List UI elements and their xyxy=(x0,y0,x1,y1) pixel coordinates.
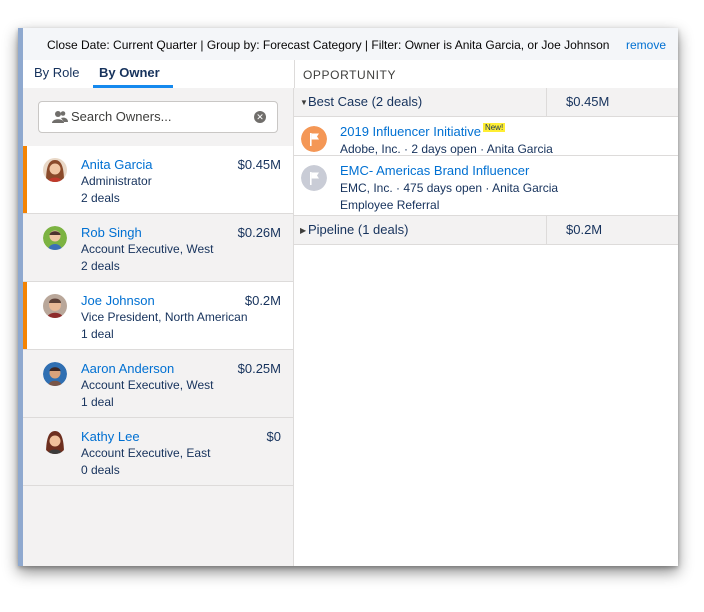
opportunity-row[interactable]: EMC- Americas Brand Influencer EMC, Inc.… xyxy=(294,156,678,216)
owner-row-aaron-anderson[interactable]: Aaron Anderson Account Executive, West 1… xyxy=(23,350,293,418)
avatar xyxy=(43,226,67,250)
avatar xyxy=(43,362,67,386)
group-best-case[interactable]: ▼ Best Case (2 deals) $0.45M xyxy=(294,88,678,117)
owner-row-rob-singh[interactable]: Rob Singh Account Executive, West 2 deal… xyxy=(23,214,293,282)
opportunity-window: Close Date: Current Quarter | Group by: … xyxy=(18,28,678,566)
opportunity-meta: EMC, Inc. · 475 days open · Anita Garcia xyxy=(340,181,559,195)
opportunity-lead-source: Employee Referral xyxy=(340,198,440,212)
owner-deal-count: 1 deal xyxy=(81,327,114,341)
users-icon xyxy=(52,111,68,123)
owner-row-anita-garcia[interactable]: Anita Garcia Administrator 2 deals $0.45… xyxy=(23,146,293,214)
filter-summary: Close Date: Current Quarter | Group by: … xyxy=(47,38,610,52)
tab-by-owner[interactable]: By Owner xyxy=(99,65,160,80)
owner-amount: $0 xyxy=(266,429,281,444)
opportunity-meta: Adobe, Inc. · 2 days open · Anita Garcia xyxy=(340,142,553,156)
owner-deal-count: 2 deals xyxy=(81,191,120,205)
filter-bar: Close Date: Current Quarter | Group by: … xyxy=(23,28,678,61)
owner-name[interactable]: Rob Singh xyxy=(81,225,142,240)
group-amount: $0.2M xyxy=(566,222,603,237)
flag-icon xyxy=(301,165,327,191)
remove-filter-link[interactable]: remove xyxy=(626,38,666,52)
avatar xyxy=(43,158,67,182)
opportunity-list-pane: ▼ Best Case (2 deals) $0.45M 2019 Influe… xyxy=(294,88,678,566)
search-placeholder: Search Owners... xyxy=(71,109,172,124)
owner-deal-count: 1 deal xyxy=(81,395,114,409)
owner-amount: $0.25M xyxy=(237,361,281,376)
owner-row-joe-johnson[interactable]: Joe Johnson Vice President, North Americ… xyxy=(23,282,293,350)
new-badge: New! xyxy=(482,123,506,132)
chevron-right-icon[interactable]: ▶ xyxy=(300,226,306,235)
opportunity-title[interactable]: 2019 Influencer Initiative New! xyxy=(340,123,506,139)
owner-deal-count: 0 deals xyxy=(81,463,120,477)
owner-title: Account Executive, East xyxy=(81,446,211,460)
opportunity-title-text[interactable]: 2019 Influencer Initiative xyxy=(340,124,481,139)
owner-title: Account Executive, West xyxy=(81,378,214,392)
owner-amount: $0.2M xyxy=(244,293,281,308)
avatar xyxy=(43,430,67,454)
opportunity-row[interactable]: 2019 Influencer Initiative New! Adobe, In… xyxy=(294,117,678,156)
owner-name[interactable]: Kathy Lee xyxy=(81,429,140,444)
owner-title: Vice President, North American xyxy=(81,310,248,324)
group-title: Pipeline (1 deals) xyxy=(308,222,409,237)
owner-tabs: By Role By Owner xyxy=(23,60,294,89)
owner-title: Account Executive, West xyxy=(81,242,214,256)
owner-name[interactable]: Aaron Anderson xyxy=(81,361,174,376)
selected-indicator xyxy=(23,282,27,349)
group-amount: $0.45M xyxy=(566,94,610,109)
owner-row-kathy-lee[interactable]: Kathy Lee Account Executive, East 0 deal… xyxy=(23,418,293,486)
chevron-down-icon[interactable]: ▼ xyxy=(300,98,308,107)
column-divider xyxy=(546,88,547,116)
clear-search-icon[interactable]: ✕ xyxy=(254,111,266,123)
owner-amount: $0.45M xyxy=(237,157,281,172)
opportunity-header-label: OPPORTUNITY xyxy=(303,68,397,82)
search-owners-input[interactable]: Search Owners... ✕ xyxy=(38,101,278,133)
owner-name[interactable]: Joe Johnson xyxy=(81,293,155,308)
opportunity-column-header: OPPORTUNITY xyxy=(294,60,678,89)
column-divider xyxy=(546,216,547,244)
tab-by-role[interactable]: By Role xyxy=(34,65,80,80)
selected-indicator xyxy=(23,146,27,213)
avatar xyxy=(43,294,67,318)
group-title: Best Case (2 deals) xyxy=(308,94,423,109)
owner-amount: $0.26M xyxy=(237,225,281,240)
group-pipeline[interactable]: ▶ Pipeline (1 deals) $0.2M xyxy=(294,216,678,245)
opportunity-title[interactable]: EMC- Americas Brand Influencer xyxy=(340,163,529,178)
owner-list-pane: Search Owners... ✕ Anita Garcia Administ… xyxy=(23,88,294,566)
owner-title: Administrator xyxy=(81,174,152,188)
flag-icon xyxy=(301,126,327,152)
owner-deal-count: 2 deals xyxy=(81,259,120,273)
owner-name[interactable]: Anita Garcia xyxy=(81,157,153,172)
